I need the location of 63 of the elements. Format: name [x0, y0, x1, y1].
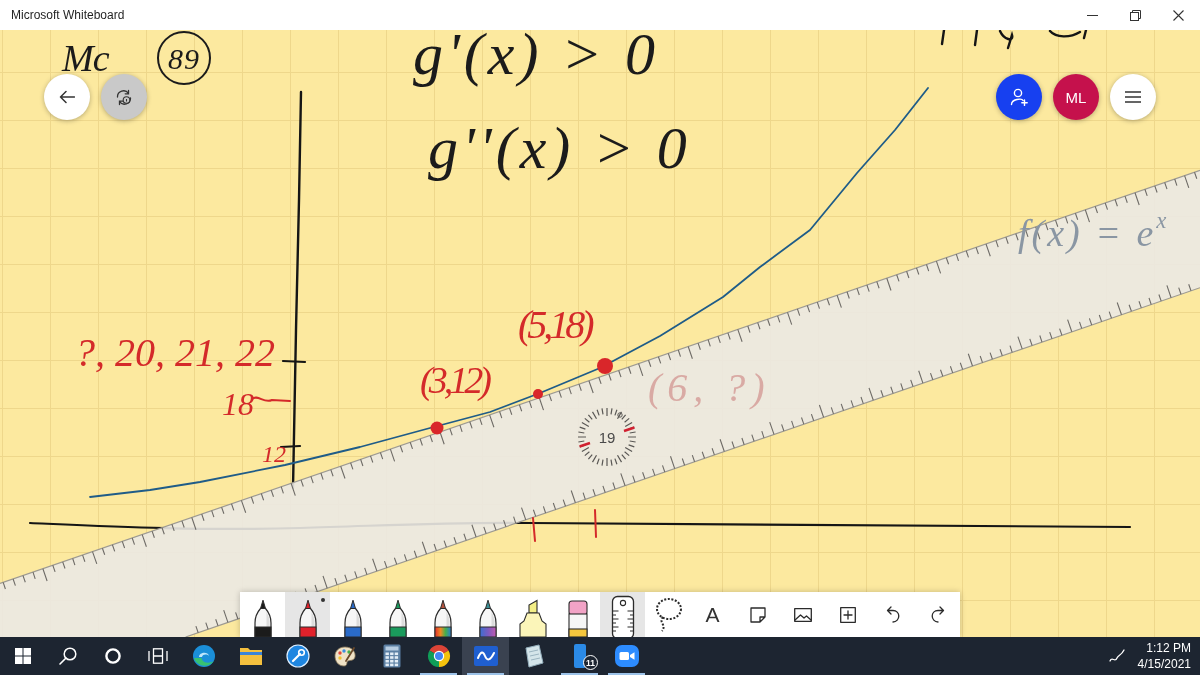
video-camera-icon: [614, 645, 639, 667]
sync-button[interactable]: [101, 74, 147, 120]
calculator-icon: [382, 644, 401, 668]
folder-icon: [238, 646, 263, 666]
person-plus-icon: [1010, 88, 1028, 106]
handwritten-text: ?, 20, 21, 22: [75, 332, 275, 373]
user-avatar[interactable]: ML: [1053, 74, 1099, 120]
taskbar-button[interactable]: [462, 637, 509, 675]
pen-button[interactable]: [285, 592, 330, 637]
ruler-button[interactable]: [600, 592, 645, 637]
tick-mark: [594, 509, 597, 538]
back-arrow-icon: [59, 90, 75, 104]
tick-mark: [279, 444, 302, 449]
text-tool-button[interactable]: A: [690, 592, 735, 637]
task-view-icon: [147, 648, 168, 664]
image-icon: [793, 607, 812, 622]
clock-time: 1:12 PM: [1146, 641, 1191, 655]
whiteboard-icon: [473, 646, 498, 666]
eraser-icon: [566, 599, 589, 637]
ring-icon: [104, 648, 121, 664]
handwritten-text: (6, ?): [648, 367, 771, 408]
selection-dot-icon: [321, 598, 325, 602]
handwritten-text: 12: [262, 441, 286, 466]
whiteboard-canvas[interactable]: 19 Mc 89 g'(x) > 0 g''(x) > 0 f(x) = e$^{x}$ (5,18) ?, 20, 21, 22 18 (3,12) (6, ?) 12 ML A: [0, 30, 1200, 637]
segmented-circle-icon: [426, 644, 451, 668]
undo-icon: [885, 606, 900, 623]
window-title: Microsoft Whiteboard: [11, 8, 125, 22]
tick-mark: [281, 359, 307, 364]
handwritten-text: (5,18): [518, 304, 591, 345]
highlighter-icon: [517, 599, 548, 637]
handwritten-text: Mc: [62, 39, 109, 78]
handwritten-text: f(x) = e$^{x}$: [1018, 214, 1170, 253]
notification-badge: 11: [583, 655, 598, 670]
windows-logo-icon: [14, 648, 31, 664]
angle-reading: 19: [598, 428, 616, 446]
tick-mark: [532, 517, 536, 542]
plus-square-icon: [839, 606, 856, 623]
plotted-point: [533, 389, 543, 399]
handwritten-text: (3,12): [420, 361, 488, 400]
menu-button[interactable]: [1110, 74, 1156, 120]
taskbar-button[interactable]: 11: [556, 637, 603, 675]
back-button[interactable]: [44, 74, 90, 120]
search-icon: [58, 647, 77, 665]
angle-dial: [577, 407, 637, 467]
minimize-icon: [1087, 14, 1098, 16]
squiggle-icon: [1108, 648, 1125, 664]
restore-icon: [1130, 9, 1141, 21]
redo-icon: [930, 606, 945, 623]
close-icon: [1173, 9, 1184, 21]
plotted-point: [430, 421, 444, 435]
circled-number: 89: [157, 31, 211, 85]
wrench-icon: [285, 644, 310, 668]
clock-date: 4/15/2021: [1137, 657, 1191, 671]
plotted-point: [597, 358, 613, 374]
ruler-icon: [610, 595, 635, 637]
handwritten-text: 18: [222, 388, 254, 421]
invite-button[interactable]: [996, 74, 1042, 120]
swirl-icon: [191, 644, 216, 668]
sticky-note-icon: [749, 606, 766, 623]
palette-icon: [332, 644, 357, 668]
menu-icon: [1125, 91, 1141, 103]
phone-icon: [573, 644, 586, 668]
circular-arrows-icon: [115, 88, 133, 106]
